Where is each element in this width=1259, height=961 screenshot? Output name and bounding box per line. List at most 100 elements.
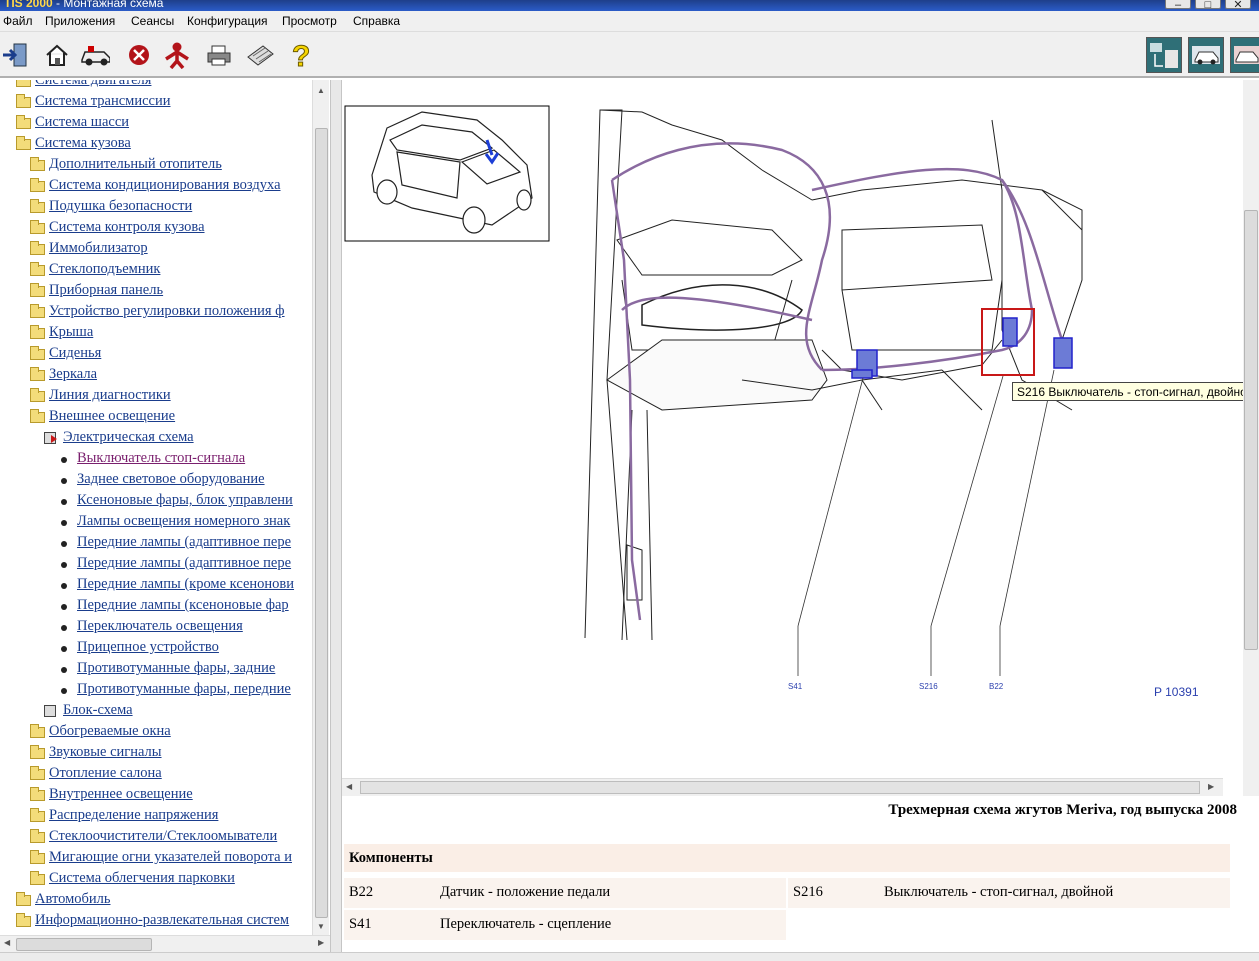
tree-item-label[interactable]: Звуковые сигналы: [49, 744, 162, 761]
tree-item-label[interactable]: Выключатель стоп-сигнала: [77, 450, 245, 467]
vehicle-icon[interactable]: [1188, 37, 1224, 73]
tree-item-label[interactable]: Информационно-развлекательная систем: [35, 912, 289, 929]
tree-item-label[interactable]: Противотуманные фары, передние: [77, 681, 291, 698]
scroll-up-arrow-icon[interactable]: ▲: [317, 86, 325, 95]
tree-item-label[interactable]: Система кондиционирования воздуха: [49, 177, 281, 194]
tree-item-label[interactable]: Приборная панель: [49, 282, 163, 299]
folder-icon: [30, 850, 45, 864]
scroll-left-arrow-icon[interactable]: ◀: [4, 938, 10, 947]
tree-item-label[interactable]: Противотуманные фары, задние: [77, 660, 275, 677]
tree-item-label[interactable]: Передние лампы (адаптивное пере: [77, 555, 291, 572]
menu-applications[interactable]: Приложения: [45, 14, 115, 28]
tree-item-label[interactable]: Автомобиль: [35, 891, 111, 908]
tree-item-label[interactable]: Отопление салона: [49, 765, 162, 782]
tree-item-label[interactable]: Блок-схема: [63, 702, 133, 719]
tree-item-label[interactable]: Ксеноновые фары, блок управлени: [77, 492, 293, 509]
menu-help[interactable]: Справка: [353, 14, 400, 28]
tree-item-label[interactable]: Зеркала: [49, 366, 97, 383]
scroll-right-arrow-icon[interactable]: ▶: [318, 938, 324, 947]
close-button[interactable]: ✕: [1225, 0, 1251, 11]
tree-vertical-scrollbar[interactable]: ▲ ▼: [312, 80, 329, 936]
stop-icon[interactable]: [124, 40, 154, 70]
tree-item-label[interactable]: Устройство регулировки положения ф: [49, 303, 285, 320]
table-row: S216 Выключатель - стоп-сигнал, двойной: [788, 878, 1230, 908]
bullet-icon: [61, 541, 67, 547]
menu-configuration[interactable]: Конфигурация: [187, 14, 268, 28]
tree-item-label[interactable]: Заднее световое оборудование: [77, 471, 265, 488]
tree-item-label[interactable]: Мигающие огни указателей поворота и: [49, 849, 292, 866]
maximize-button[interactable]: □: [1195, 0, 1221, 11]
component-code: S216: [793, 884, 823, 900]
connector-s216-icon: [1002, 317, 1018, 347]
schematic-icon[interactable]: [1146, 37, 1182, 73]
diagram-horizontal-scrollbar[interactable]: ◀ ▶: [342, 778, 1223, 796]
table-row: S41 Переключатель - сцепление: [344, 910, 786, 940]
vehicle-icon-2[interactable]: [1230, 37, 1259, 73]
tree-item-label[interactable]: Электрическая схема: [63, 429, 194, 446]
help-icon[interactable]: ?: [286, 40, 316, 70]
tree-item-label[interactable]: Распределение напряжения: [49, 807, 218, 824]
tree-item-label[interactable]: Внутреннее освещение: [49, 786, 193, 803]
tree-item-label[interactable]: Стеклоочистители/Стеклоомыватели: [49, 828, 277, 845]
component-code: S41: [349, 916, 372, 932]
folder-icon: [30, 871, 45, 885]
printer-icon[interactable]: [204, 40, 234, 70]
tree-item-label[interactable]: Крыша: [49, 324, 93, 341]
menu-sessions[interactable]: Сеансы: [131, 14, 174, 28]
folder-icon: [16, 892, 31, 906]
figure-reference: P 10391: [1154, 685, 1199, 699]
scroll-thumb[interactable]: [16, 938, 152, 951]
tree-item-label[interactable]: Сиденья: [49, 345, 101, 362]
panel-splitter[interactable]: [330, 80, 342, 952]
tree-horizontal-scrollbar[interactable]: ◀ ▶: [0, 935, 330, 952]
label-s41: S41: [788, 682, 803, 691]
folder-icon: [16, 913, 31, 927]
tree-item-label[interactable]: Стеклоподъемник: [49, 261, 160, 278]
tree-item-label[interactable]: Линия диагностики: [49, 387, 171, 404]
scroll-thumb[interactable]: [1244, 210, 1258, 650]
folder-icon: [30, 157, 45, 171]
bullet-icon: [61, 520, 67, 526]
tree-item-label[interactable]: Обогреваемые окна: [49, 723, 171, 740]
tree-item-label[interactable]: Система контроля кузова: [49, 219, 205, 236]
tree-item-label[interactable]: Система шасси: [35, 114, 129, 131]
tree-item-label[interactable]: Иммобилизатор: [49, 240, 148, 257]
scroll-left-arrow-icon[interactable]: ◀: [346, 782, 352, 791]
keyboard-icon[interactable]: [245, 40, 275, 70]
tree-item-label[interactable]: Передние лампы (кроме ксенонови: [77, 576, 294, 593]
minimize-button[interactable]: –: [1165, 0, 1191, 11]
menu-view[interactable]: Просмотр: [282, 14, 337, 28]
menu-file[interactable]: Файл: [3, 14, 33, 28]
tree-item-label[interactable]: Система двигателя: [35, 80, 151, 89]
status-bar: [0, 952, 1259, 961]
tree-item-label[interactable]: Система трансмиссии: [35, 93, 171, 110]
bullet-icon: [61, 499, 67, 505]
scroll-right-arrow-icon[interactable]: ▶: [1208, 782, 1214, 791]
tree-item-label[interactable]: Лампы освещения номерного знак: [77, 513, 290, 530]
tree-item-label[interactable]: Внешнее освещение: [49, 408, 175, 425]
scroll-thumb[interactable]: [360, 781, 1200, 794]
scroll-down-arrow-icon[interactable]: ▼: [317, 922, 325, 931]
tree-item-label[interactable]: Передние лампы (адаптивное пере: [77, 534, 291, 551]
tree-item-label[interactable]: Прицепное устройство: [77, 639, 219, 656]
tree-item-label[interactable]: Переключатель освещения: [77, 618, 243, 635]
car-icon[interactable]: [80, 40, 110, 70]
component-tooltip: S216 Выключатель - стоп-сигнал, двойной: [1012, 382, 1259, 401]
tree-item-label[interactable]: Передние лампы (ксеноновые фар: [77, 597, 289, 614]
component-code: B22: [349, 884, 374, 900]
tree-item-label[interactable]: Подушка безопасности: [49, 198, 192, 215]
folder-icon: [30, 787, 45, 801]
folder-icon: [30, 283, 45, 297]
exit-icon[interactable]: [0, 40, 30, 70]
tree-item-label[interactable]: Дополнительный отопитель: [49, 156, 222, 173]
tree-item-label[interactable]: Система кузова: [35, 135, 131, 152]
table-row: B22 Датчик - положение педали: [344, 878, 786, 908]
folder-icon: [30, 262, 45, 276]
person-icon[interactable]: [162, 40, 192, 70]
folder-open-icon: [30, 409, 45, 423]
diagram-vertical-scrollbar[interactable]: [1243, 80, 1259, 796]
home-icon[interactable]: [42, 40, 72, 70]
scroll-thumb[interactable]: [315, 128, 328, 918]
folder-icon: [30, 724, 45, 738]
tree-item-label[interactable]: Система облегчения парковки: [49, 870, 235, 887]
